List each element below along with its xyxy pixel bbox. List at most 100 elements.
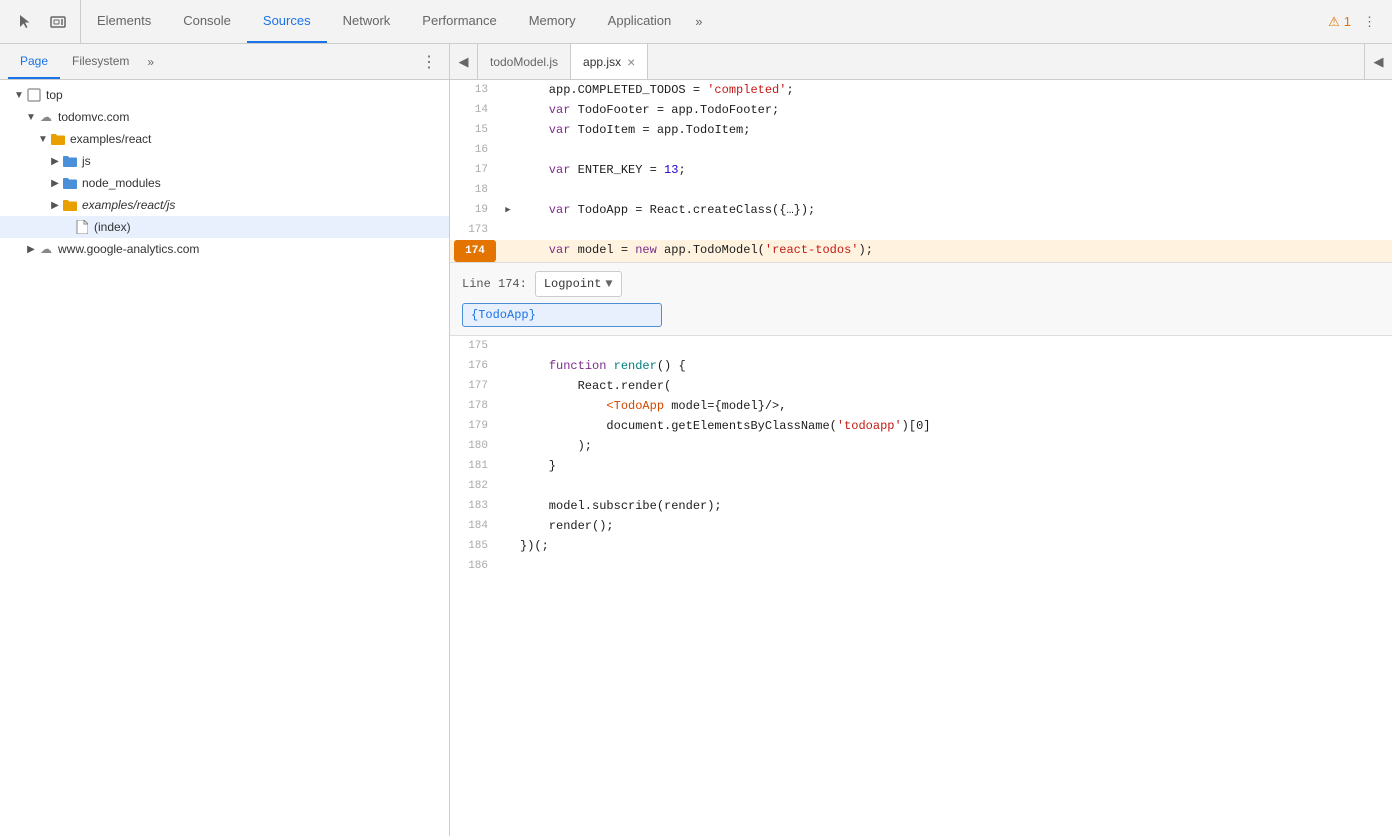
editor-tab-appjsx[interactable]: app.jsx ×: [571, 44, 648, 79]
line-content-19: var TodoApp = React.createClass({…});: [516, 200, 1392, 220]
tree-item-todomvc[interactable]: ▼ ☁ todomvc.com: [0, 106, 449, 128]
line-content-178: <TodoApp model={model}/>,: [516, 396, 1392, 416]
line-num-17: 17: [450, 160, 500, 180]
cloud-icon-todomvc: ☁: [38, 109, 54, 125]
code-line-13: 13 app.COMPLETED_TODOS = 'completed';: [450, 80, 1392, 100]
tab-application[interactable]: Application: [592, 0, 688, 43]
code-line-14: 14 var TodoFooter = app.TodoFooter;: [450, 100, 1392, 120]
logpoint-line-label: Line 174:: [462, 274, 527, 294]
tab-console[interactable]: Console: [167, 0, 247, 43]
tree-arrow-top: ▼: [12, 90, 26, 101]
editor-tab-close-appjsx[interactable]: ×: [627, 55, 635, 69]
tree-item-js[interactable]: ▶ js: [0, 150, 449, 172]
line-content-16: [516, 140, 1392, 160]
tab-memory[interactable]: Memory: [513, 0, 592, 43]
sub-tab-more-button[interactable]: »: [141, 44, 160, 79]
code-line-176: 176 function render() {: [450, 356, 1392, 376]
code-line-186: 186: [450, 556, 1392, 576]
tree-arrow-examples-react-js: ▶: [48, 200, 62, 211]
logpoint-type-dropdown[interactable]: Logpoint ▼: [535, 271, 622, 297]
line-content-173: [516, 220, 1392, 240]
code-line-17: 17 var ENTER_KEY = 13;: [450, 160, 1392, 180]
sub-tab-filesystem[interactable]: Filesystem: [60, 44, 141, 79]
sub-tab-page[interactable]: Page: [8, 44, 60, 79]
main-tabs: Elements Console Sources Network Perform…: [81, 0, 1320, 43]
line-content-179: document.getElementsByClassName('todoapp…: [516, 416, 1392, 436]
folder-icon-node-modules: [62, 175, 78, 191]
tree-item-node-modules[interactable]: ▶ node_modules: [0, 172, 449, 194]
tree-label-top: top: [46, 88, 63, 102]
code-line-15: 15 var TodoItem = app.TodoItem;: [450, 120, 1392, 140]
line-num-183: 183: [450, 496, 500, 516]
warning-badge[interactable]: ⚠ 1: [1328, 14, 1351, 30]
line-num-185: 185: [450, 536, 500, 556]
code-line-185: 185 })(;: [450, 536, 1392, 556]
tree-arrow-google-analytics: ▶: [24, 244, 38, 255]
editor-tabs: ◀ todoModel.js app.jsx × ◀: [450, 44, 1392, 80]
line-num-177: 177: [450, 376, 500, 396]
devtools-menu-button[interactable]: ⋮: [1359, 10, 1380, 34]
line-content-175: [516, 336, 1392, 356]
tree-item-top[interactable]: ▼ top: [0, 84, 449, 106]
editor-collapse-button[interactable]: ◀: [1364, 44, 1392, 79]
sub-tabs: Page Filesystem » ⋮: [0, 44, 449, 80]
line-num-180: 180: [450, 436, 500, 456]
sub-tab-menu-button[interactable]: ⋮: [417, 52, 441, 72]
editor-tab-appjsx-label: app.jsx: [583, 55, 621, 69]
code-line-177: 177 React.render(: [450, 376, 1392, 396]
tree-label-google-analytics: www.google-analytics.com: [58, 242, 199, 256]
line-num-14: 14: [450, 100, 500, 120]
line-num-181: 181: [450, 456, 500, 476]
tab-performance[interactable]: Performance: [406, 0, 512, 43]
tab-network[interactable]: Network: [327, 0, 407, 43]
line-content-174: var model = new app.TodoModel('react-tod…: [516, 240, 1392, 262]
file-icon-index: [74, 219, 90, 235]
tree-item-google-analytics[interactable]: ▶ ☁ www.google-analytics.com: [0, 238, 449, 260]
tab-elements[interactable]: Elements: [81, 0, 167, 43]
cursor-icon[interactable]: [12, 8, 40, 36]
line-arrow-19: ▶: [500, 200, 516, 220]
warning-icon: ⚠: [1328, 14, 1340, 30]
line-num-16: 16: [450, 140, 500, 160]
breakpoint-badge-174[interactable]: 174: [454, 240, 496, 262]
device-icon[interactable]: [44, 8, 72, 36]
line-num-176: 176: [450, 356, 500, 376]
line-num-179: 179: [450, 416, 500, 436]
tree-arrow-node-modules: ▶: [48, 178, 62, 189]
tree-label-todomvc: todomvc.com: [58, 110, 129, 124]
line-content-18: [516, 180, 1392, 200]
tree-item-index[interactable]: (index): [0, 216, 449, 238]
line-num-173: 173: [450, 220, 500, 240]
left-panel: Page Filesystem » ⋮ ▼ top: [0, 44, 450, 836]
line-content-186: [516, 556, 1392, 576]
tree-label-index: (index): [94, 220, 131, 234]
line-content-13: app.COMPLETED_TODOS = 'completed';: [516, 80, 1392, 100]
line-num-175: 175: [450, 336, 500, 356]
tree-item-examples-react[interactable]: ▼ examples/react: [0, 128, 449, 150]
tree-arrow-examples-react: ▼: [36, 134, 50, 145]
code-line-179: 179 document.getElementsByClassName('tod…: [450, 416, 1392, 436]
line-content-183: model.subscribe(render);: [516, 496, 1392, 516]
folder-icon-examples-react-js: [62, 197, 78, 213]
tree-label-node-modules: node_modules: [82, 176, 161, 190]
line-num-19: 19: [450, 200, 500, 220]
line-content-17: var ENTER_KEY = 13;: [516, 160, 1392, 180]
code-line-18: 18: [450, 180, 1392, 200]
editor-back-button[interactable]: ◀: [450, 44, 478, 79]
line-num-18: 18: [450, 180, 500, 200]
more-tabs-button[interactable]: »: [687, 0, 710, 43]
tab-sources[interactable]: Sources: [247, 0, 327, 43]
code-line-19: 19 ▶ var TodoApp = React.createClass({…}…: [450, 200, 1392, 220]
code-line-178: 178 <TodoApp model={model}/>,: [450, 396, 1392, 416]
cloud-icon-google-analytics: ☁: [38, 241, 54, 257]
editor-tab-todomodel[interactable]: todoModel.js: [478, 44, 571, 79]
main-layout: Page Filesystem » ⋮ ▼ top: [0, 44, 1392, 836]
editor-tab-todomodel-label: todoModel.js: [490, 55, 558, 69]
logpoint-input[interactable]: [462, 303, 662, 327]
tree-label-examples-react-js: examples/react/js: [82, 198, 175, 212]
right-panel: ◀ todoModel.js app.jsx × ◀ 13 app.COMPLE…: [450, 44, 1392, 836]
line-content-177: React.render(: [516, 376, 1392, 396]
tree-label-examples-react: examples/react: [70, 132, 151, 146]
code-line-173: 173: [450, 220, 1392, 240]
tree-item-examples-react-js[interactable]: ▶ examples/react/js: [0, 194, 449, 216]
